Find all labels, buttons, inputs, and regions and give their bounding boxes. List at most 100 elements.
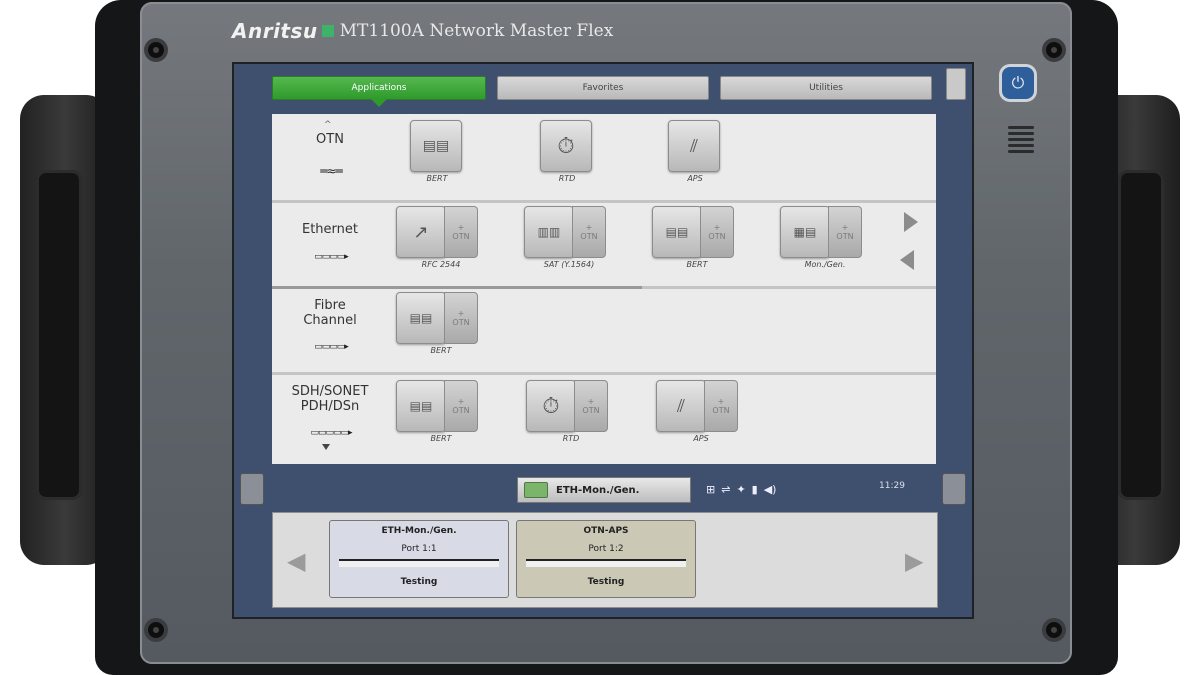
app-label: BERT — [430, 346, 452, 355]
app-tile-sdh-aps[interactable]: ⫽ + OTN APS — [656, 380, 746, 448]
category-label-line: Fibre — [314, 298, 346, 313]
test-progress-bar — [339, 559, 499, 567]
model-name: MT1100A Network Master Flex — [339, 21, 614, 41]
bert-icon: ▤▤ — [410, 120, 462, 172]
app-tile-otn-rtd[interactable]: ⏱ RTD — [540, 120, 594, 188]
app-tile-fc-bert[interactable]: ▤▤ + OTN BERT — [396, 292, 486, 360]
current-app-label: ETH-Mon./Gen. — [556, 484, 640, 496]
next-page-arrow-icon[interactable] — [904, 212, 918, 232]
chart-icon: ↗ — [396, 206, 446, 258]
bert-icon: ▤▤ — [396, 380, 446, 432]
app-label: APS — [693, 434, 709, 443]
category-label-line: PDH/DSn — [300, 399, 360, 414]
app-tile-otn-aps[interactable]: ⫽ APS — [668, 120, 722, 188]
tab-scroll-handle[interactable] — [946, 68, 966, 100]
tab-applications[interactable]: Applications — [272, 76, 486, 107]
wifi-icon: ✦ — [736, 482, 746, 496]
screw-icon — [148, 42, 164, 58]
app-label: RTD — [562, 434, 580, 443]
volume-icon: ◀) — [763, 482, 777, 496]
test-status: Testing — [587, 577, 625, 587]
category-label: Ethernet — [302, 222, 358, 237]
status-icons: ⊞ ⇌ ✦ ▮ ◀) — [706, 479, 882, 499]
ethernet-signal-icon: ▭▭▭▭▸ — [314, 252, 349, 262]
mon-gen-icon: ▦▤ — [780, 206, 830, 258]
app-tile-sdh-rtd[interactable]: ⏱ + OTN RTD — [526, 380, 616, 448]
test-card-otn-aps[interactable]: OTN-APS Port 1:2 Testing — [516, 520, 696, 598]
prev-tests-arrow-icon[interactable]: ◀ — [287, 547, 305, 575]
app-tile-sat[interactable]: ▥▥ + OTN SAT (Y.1564) — [524, 206, 614, 274]
category-otn: ^ OTN ═≈═ ▤▤ BERT ⏱ RTD ⫽ APS — [272, 114, 936, 203]
aps-switch-icon: ⫽ — [656, 380, 706, 432]
test-name: ETH-Mon./Gen. — [381, 526, 457, 536]
otn-badge: + OTN — [828, 206, 862, 258]
brand-logo: Anritsu — [232, 19, 318, 43]
app-tile-eth-bert[interactable]: ▤▤ + OTN BERT — [652, 206, 742, 274]
otn-badge: + OTN — [704, 380, 738, 432]
fibre-signal-icon: ▭▭▭▭▸ — [314, 342, 349, 352]
expand-caret-icon[interactable] — [322, 444, 330, 450]
usb-icon: ⇌ — [721, 482, 731, 496]
test-port: Port 1:1 — [401, 544, 437, 554]
app-label: APS — [687, 174, 703, 183]
otn-badge: + OTN — [444, 380, 478, 432]
network-icon: ⊞ — [706, 482, 716, 496]
app-tile-mon-gen[interactable]: ▦▤ + OTN Mon./Gen. — [780, 206, 870, 274]
app-tile-sdh-bert[interactable]: ▤▤ + OTN BERT — [396, 380, 486, 448]
tab-utilities[interactable]: Utilities — [720, 76, 932, 100]
top-tab-bar: Applications Favorites Utilities — [272, 76, 937, 107]
clock: 11:29 — [879, 481, 905, 491]
stopwatch-icon: ⏱ — [540, 120, 592, 172]
left-strap — [36, 170, 82, 500]
test-port: Port 1:2 — [588, 544, 624, 554]
otn-badge: + OTN — [444, 292, 478, 344]
next-tests-arrow-icon[interactable]: ▶ — [905, 547, 923, 575]
screw-icon — [1046, 622, 1062, 638]
sat-icon: ▥▥ — [524, 206, 574, 258]
current-app-button[interactable]: ETH-Mon./Gen. — [517, 477, 691, 503]
right-strap — [1118, 170, 1164, 500]
sdh-signal-icon: ▭▭▭▭▭▸ — [310, 428, 352, 438]
device-branding: Anritsu MT1100A Network Master Flex — [232, 17, 613, 45]
app-label: SAT (Y.1564) — [543, 260, 595, 269]
app-tile-rfc2544[interactable]: ↗ + OTN RFC 2544 — [396, 206, 486, 274]
app-label: RFC 2544 — [421, 260, 461, 269]
aps-switch-icon: ⫽ — [668, 120, 720, 172]
otn-badge: + OTN — [572, 206, 606, 258]
category-label: SDH/SONET PDH/DSn — [280, 384, 380, 414]
category-label: Fibre Channel — [280, 298, 380, 328]
app-label: Mon./Gen. — [804, 260, 846, 269]
bert-icon: ▤▤ — [396, 292, 446, 344]
app-chip-icon — [524, 482, 548, 498]
otn-signal-icon: ═≈═ — [320, 164, 343, 178]
otn-badge: + OTN — [700, 206, 734, 258]
test-name: OTN-APS — [583, 526, 629, 536]
category-sdh-sonet: SDH/SONET PDH/DSn ▭▭▭▭▭▸ ▤▤ + OTN BERT ⏱ … — [272, 372, 936, 464]
battery-icon: ▮ — [751, 482, 758, 496]
otn-badge: + OTN — [444, 206, 478, 258]
category-label-line: SDH/SONET — [291, 384, 369, 399]
category-label-line: Channel — [303, 313, 357, 328]
status-bar: ETH-Mon./Gen. ⊞ ⇌ ✦ ▮ ◀) 11:29 — [234, 469, 972, 509]
tab-favorites[interactable]: Favorites — [497, 76, 709, 100]
category-label: OTN — [316, 132, 344, 147]
left-panel-handle[interactable] — [240, 473, 264, 505]
app-tile-otn-bert[interactable]: ▤▤ BERT — [410, 120, 464, 188]
app-label: BERT — [426, 174, 448, 183]
test-card-eth-mon-gen[interactable]: ETH-Mon./Gen. Port 1:1 Testing — [329, 520, 509, 598]
stopwatch-icon: ⏱ — [526, 380, 576, 432]
collapse-caret-icon[interactable]: ^ — [324, 120, 332, 130]
right-panel-handle[interactable] — [942, 473, 966, 505]
app-label: RTD — [558, 174, 576, 183]
running-tests-panel: ◀ ETH-Mon./Gen. Port 1:1 Testing OTN-APS… — [272, 512, 938, 608]
prev-page-arrow-icon[interactable] — [900, 250, 914, 270]
touch-screen: Applications Favorites Utilities ^ OTN ═… — [232, 62, 974, 619]
applications-panel: ^ OTN ═≈═ ▤▤ BERT ⏱ RTD ⫽ APS Ethernet ▭… — [272, 114, 936, 464]
speaker-grille-icon — [1008, 123, 1034, 163]
screw-icon — [148, 622, 164, 638]
category-fibre-channel: Fibre Channel ▭▭▭▭▸ ▤▤ + OTN BERT — [272, 286, 936, 375]
power-button[interactable]: ⏻ — [1002, 67, 1034, 99]
brand-mark-icon — [321, 25, 334, 37]
category-ethernet: Ethernet ▭▭▭▭▸ ↗ + OTN RFC 2544 ▥▥ + OTN S… — [272, 200, 936, 289]
power-icon: ⏻ — [1011, 73, 1025, 92]
